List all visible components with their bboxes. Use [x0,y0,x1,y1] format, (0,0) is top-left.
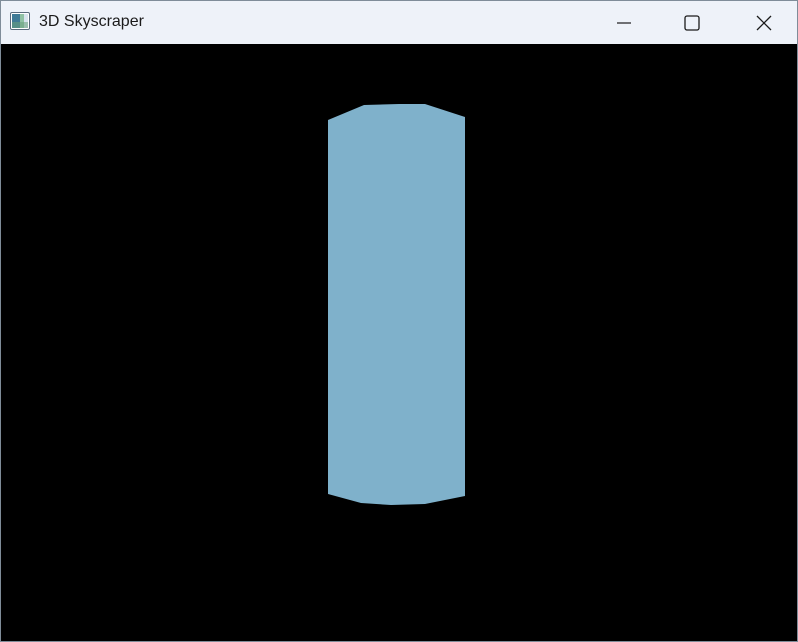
skyscraper-building [328,104,465,505]
render-viewport[interactable] [1,44,797,641]
title-bar[interactable]: 3D Skyscraper [1,1,797,44]
maximize-button[interactable] [669,1,715,44]
minimize-button[interactable] [601,1,647,44]
minimize-icon [617,16,631,30]
close-icon [756,15,772,31]
window-title: 3D Skyscraper [39,13,144,30]
close-button[interactable] [741,1,787,44]
scene-canvas [1,44,797,641]
maximize-icon [684,14,700,31]
app-window-icon [10,12,30,30]
app-window: 3D Skyscraper [0,0,798,642]
